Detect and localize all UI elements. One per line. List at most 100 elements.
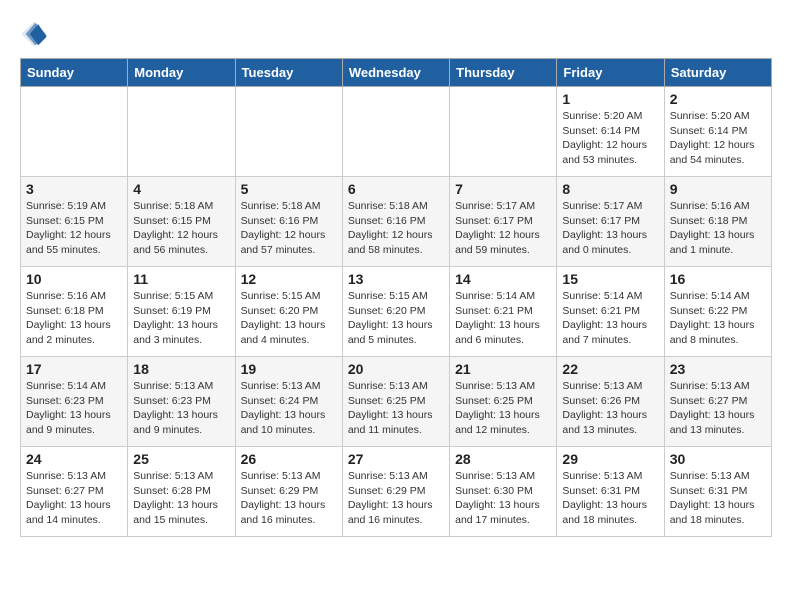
calendar-day-cell: 13 Sunrise: 5:15 AM Sunset: 6:20 PM Dayli… — [342, 267, 449, 357]
calendar-week-row: 17 Sunrise: 5:14 AM Sunset: 6:23 PM Dayli… — [21, 357, 772, 447]
day-number: 20 — [348, 361, 444, 377]
day-info: Sunrise: 5:13 AM Sunset: 6:24 PM Dayligh… — [241, 379, 337, 438]
calendar-day-cell: 15 Sunrise: 5:14 AM Sunset: 6:21 PM Dayli… — [557, 267, 664, 357]
day-number: 22 — [562, 361, 658, 377]
empty-cell — [235, 87, 342, 177]
day-number: 2 — [670, 91, 766, 107]
day-info: Sunrise: 5:14 AM Sunset: 6:22 PM Dayligh… — [670, 289, 766, 348]
calendar-week-row: 3 Sunrise: 5:19 AM Sunset: 6:15 PM Daylig… — [21, 177, 772, 267]
day-info: Sunrise: 5:13 AM Sunset: 6:23 PM Dayligh… — [133, 379, 229, 438]
calendar-day-cell: 20 Sunrise: 5:13 AM Sunset: 6:25 PM Dayli… — [342, 357, 449, 447]
day-number: 27 — [348, 451, 444, 467]
calendar-day-cell: 24 Sunrise: 5:13 AM Sunset: 6:27 PM Dayli… — [21, 447, 128, 537]
day-info: Sunrise: 5:17 AM Sunset: 6:17 PM Dayligh… — [562, 199, 658, 258]
day-info: Sunrise: 5:14 AM Sunset: 6:21 PM Dayligh… — [562, 289, 658, 348]
day-info: Sunrise: 5:13 AM Sunset: 6:27 PM Dayligh… — [26, 469, 122, 528]
day-info: Sunrise: 5:16 AM Sunset: 6:18 PM Dayligh… — [26, 289, 122, 348]
day-number: 10 — [26, 271, 122, 287]
calendar-day-cell: 9 Sunrise: 5:16 AM Sunset: 6:18 PM Daylig… — [664, 177, 771, 267]
day-number: 8 — [562, 181, 658, 197]
logo-icon — [20, 20, 48, 48]
day-info: Sunrise: 5:15 AM Sunset: 6:20 PM Dayligh… — [348, 289, 444, 348]
day-number: 30 — [670, 451, 766, 467]
calendar-day-cell: 14 Sunrise: 5:14 AM Sunset: 6:21 PM Dayli… — [450, 267, 557, 357]
weekday-header-saturday: Saturday — [664, 59, 771, 87]
day-info: Sunrise: 5:18 AM Sunset: 6:15 PM Dayligh… — [133, 199, 229, 258]
day-number: 24 — [26, 451, 122, 467]
day-info: Sunrise: 5:13 AM Sunset: 6:29 PM Dayligh… — [348, 469, 444, 528]
weekday-header-row: SundayMondayTuesdayWednesdayThursdayFrid… — [21, 59, 772, 87]
calendar-day-cell: 27 Sunrise: 5:13 AM Sunset: 6:29 PM Dayli… — [342, 447, 449, 537]
day-number: 9 — [670, 181, 766, 197]
day-number: 17 — [26, 361, 122, 377]
day-info: Sunrise: 5:13 AM Sunset: 6:31 PM Dayligh… — [562, 469, 658, 528]
calendar-day-cell: 29 Sunrise: 5:13 AM Sunset: 6:31 PM Dayli… — [557, 447, 664, 537]
day-number: 29 — [562, 451, 658, 467]
day-number: 26 — [241, 451, 337, 467]
day-info: Sunrise: 5:13 AM Sunset: 6:26 PM Dayligh… — [562, 379, 658, 438]
day-info: Sunrise: 5:14 AM Sunset: 6:23 PM Dayligh… — [26, 379, 122, 438]
calendar-day-cell: 26 Sunrise: 5:13 AM Sunset: 6:29 PM Dayli… — [235, 447, 342, 537]
day-info: Sunrise: 5:16 AM Sunset: 6:18 PM Dayligh… — [670, 199, 766, 258]
weekday-header-tuesday: Tuesday — [235, 59, 342, 87]
page-header — [20, 20, 772, 48]
empty-cell — [450, 87, 557, 177]
day-number: 23 — [670, 361, 766, 377]
day-number: 4 — [133, 181, 229, 197]
calendar-day-cell: 18Sunrise: 5:13 AM Sunset: 6:23 PM Dayli… — [128, 357, 235, 447]
calendar-day-cell: 25 Sunrise: 5:13 AM Sunset: 6:28 PM Dayli… — [128, 447, 235, 537]
calendar-day-cell: 22 Sunrise: 5:13 AM Sunset: 6:26 PM Dayli… — [557, 357, 664, 447]
day-info: Sunrise: 5:13 AM Sunset: 6:30 PM Dayligh… — [455, 469, 551, 528]
day-info: Sunrise: 5:13 AM Sunset: 6:29 PM Dayligh… — [241, 469, 337, 528]
day-info: Sunrise: 5:13 AM Sunset: 6:25 PM Dayligh… — [455, 379, 551, 438]
day-number: 3 — [26, 181, 122, 197]
day-info: Sunrise: 5:13 AM Sunset: 6:31 PM Dayligh… — [670, 469, 766, 528]
day-info: Sunrise: 5:18 AM Sunset: 6:16 PM Dayligh… — [241, 199, 337, 258]
logo — [20, 20, 52, 48]
day-info: Sunrise: 5:20 AM Sunset: 6:14 PM Dayligh… — [562, 109, 658, 168]
calendar-day-cell: 7Sunrise: 5:17 AM Sunset: 6:17 PM Daylig… — [450, 177, 557, 267]
calendar-day-cell: 16 Sunrise: 5:14 AM Sunset: 6:22 PM Dayli… — [664, 267, 771, 357]
calendar-day-cell: 23 Sunrise: 5:13 AM Sunset: 6:27 PM Dayli… — [664, 357, 771, 447]
day-number: 6 — [348, 181, 444, 197]
day-number: 7 — [455, 181, 551, 197]
day-info: Sunrise: 5:20 AM Sunset: 6:14 PM Dayligh… — [670, 109, 766, 168]
weekday-header-thursday: Thursday — [450, 59, 557, 87]
calendar-day-cell: 8 Sunrise: 5:17 AM Sunset: 6:17 PM Daylig… — [557, 177, 664, 267]
calendar-day-cell: 17 Sunrise: 5:14 AM Sunset: 6:23 PM Dayli… — [21, 357, 128, 447]
day-number: 16 — [670, 271, 766, 287]
day-number: 12 — [241, 271, 337, 287]
calendar-day-cell: 1Sunrise: 5:20 AM Sunset: 6:14 PM Daylig… — [557, 87, 664, 177]
calendar-day-cell: 10 Sunrise: 5:16 AM Sunset: 6:18 PM Dayli… — [21, 267, 128, 357]
calendar-day-cell: 11Sunrise: 5:15 AM Sunset: 6:19 PM Dayli… — [128, 267, 235, 357]
calendar-day-cell: 2 Sunrise: 5:20 AM Sunset: 6:14 PM Daylig… — [664, 87, 771, 177]
day-number: 13 — [348, 271, 444, 287]
day-info: Sunrise: 5:14 AM Sunset: 6:21 PM Dayligh… — [455, 289, 551, 348]
calendar-week-row: 24 Sunrise: 5:13 AM Sunset: 6:27 PM Dayli… — [21, 447, 772, 537]
day-number: 19 — [241, 361, 337, 377]
day-info: Sunrise: 5:15 AM Sunset: 6:19 PM Dayligh… — [133, 289, 229, 348]
calendar-day-cell: 6Sunrise: 5:18 AM Sunset: 6:16 PM Daylig… — [342, 177, 449, 267]
day-info: Sunrise: 5:15 AM Sunset: 6:20 PM Dayligh… — [241, 289, 337, 348]
day-number: 15 — [562, 271, 658, 287]
day-info: Sunrise: 5:13 AM Sunset: 6:28 PM Dayligh… — [133, 469, 229, 528]
weekday-header-wednesday: Wednesday — [342, 59, 449, 87]
calendar-day-cell: 5 Sunrise: 5:18 AM Sunset: 6:16 PM Daylig… — [235, 177, 342, 267]
day-number: 25 — [133, 451, 229, 467]
day-number: 5 — [241, 181, 337, 197]
day-number: 28 — [455, 451, 551, 467]
calendar-week-row: 10 Sunrise: 5:16 AM Sunset: 6:18 PM Dayli… — [21, 267, 772, 357]
empty-cell — [128, 87, 235, 177]
day-info: Sunrise: 5:13 AM Sunset: 6:25 PM Dayligh… — [348, 379, 444, 438]
weekday-header-monday: Monday — [128, 59, 235, 87]
empty-cell — [342, 87, 449, 177]
day-info: Sunrise: 5:19 AM Sunset: 6:15 PM Dayligh… — [26, 199, 122, 258]
calendar-day-cell: 3 Sunrise: 5:19 AM Sunset: 6:15 PM Daylig… — [21, 177, 128, 267]
calendar-week-row: 1Sunrise: 5:20 AM Sunset: 6:14 PM Daylig… — [21, 87, 772, 177]
day-info: Sunrise: 5:13 AM Sunset: 6:27 PM Dayligh… — [670, 379, 766, 438]
weekday-header-sunday: Sunday — [21, 59, 128, 87]
day-number: 14 — [455, 271, 551, 287]
calendar-day-cell: 19 Sunrise: 5:13 AM Sunset: 6:24 PM Dayli… — [235, 357, 342, 447]
calendar-day-cell: 21Sunrise: 5:13 AM Sunset: 6:25 PM Dayli… — [450, 357, 557, 447]
calendar-day-cell: 30 Sunrise: 5:13 AM Sunset: 6:31 PM Dayli… — [664, 447, 771, 537]
